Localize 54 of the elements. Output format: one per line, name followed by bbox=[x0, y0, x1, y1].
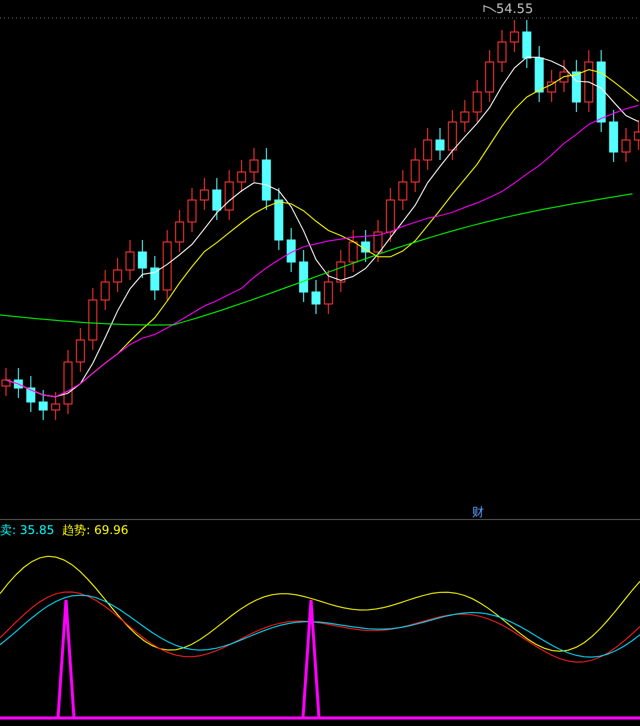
candlestick bbox=[361, 230, 370, 262]
high-price-label: 54.55 bbox=[496, 2, 534, 17]
candlestick bbox=[224, 170, 234, 220]
candlestick bbox=[113, 258, 122, 292]
candlestick bbox=[76, 328, 85, 372]
candlestick bbox=[436, 128, 444, 160]
indicator-value: 卖: 35.85 bbox=[0, 522, 54, 539]
candlestick bbox=[51, 392, 60, 420]
candlestick bbox=[212, 178, 222, 220]
candlestick bbox=[14, 368, 23, 398]
candlestick bbox=[26, 376, 36, 412]
candlestick bbox=[336, 250, 346, 292]
candlestick bbox=[534, 46, 544, 102]
candlestick bbox=[560, 60, 568, 92]
candlestick bbox=[547, 70, 556, 102]
candlestick bbox=[150, 256, 160, 300]
candlestick bbox=[38, 390, 48, 420]
candlestick bbox=[312, 280, 320, 314]
candlestick bbox=[237, 160, 246, 192]
indicator-value: 趋势: 69.96 bbox=[62, 522, 128, 539]
candlestick bbox=[622, 128, 630, 162]
candlestick bbox=[374, 220, 382, 262]
candlestick bbox=[286, 228, 296, 272]
candlestick bbox=[126, 240, 134, 280]
candlestick bbox=[138, 240, 147, 278]
candlestick bbox=[250, 148, 258, 182]
candlestick bbox=[100, 270, 110, 310]
candlestick bbox=[584, 50, 594, 112]
candlestick bbox=[175, 210, 184, 252]
candlestick bbox=[64, 350, 72, 414]
candlestick bbox=[609, 110, 618, 162]
candlestick bbox=[410, 148, 420, 192]
candlestick bbox=[423, 128, 432, 170]
candlestick bbox=[162, 230, 172, 300]
candlestick bbox=[262, 148, 271, 210]
candlestick bbox=[299, 250, 308, 302]
candlestick bbox=[188, 188, 196, 232]
event-marker[interactable]: 财 bbox=[472, 504, 484, 521]
candlestick bbox=[472, 80, 482, 122]
candlestick bbox=[522, 20, 532, 68]
candlestick bbox=[448, 110, 457, 160]
candlestick bbox=[386, 188, 395, 242]
candlestick bbox=[498, 30, 506, 72]
candlestick bbox=[510, 20, 519, 52]
candlestick bbox=[88, 288, 98, 350]
candlestick bbox=[485, 50, 494, 102]
candlestick bbox=[398, 170, 408, 210]
candlestick bbox=[460, 100, 470, 132]
candlestick bbox=[348, 230, 358, 272]
candlestick bbox=[572, 60, 581, 112]
candlestick bbox=[200, 178, 209, 210]
candlestick bbox=[274, 188, 284, 250]
flag-icon bbox=[484, 4, 496, 12]
candlestick bbox=[324, 270, 333, 314]
